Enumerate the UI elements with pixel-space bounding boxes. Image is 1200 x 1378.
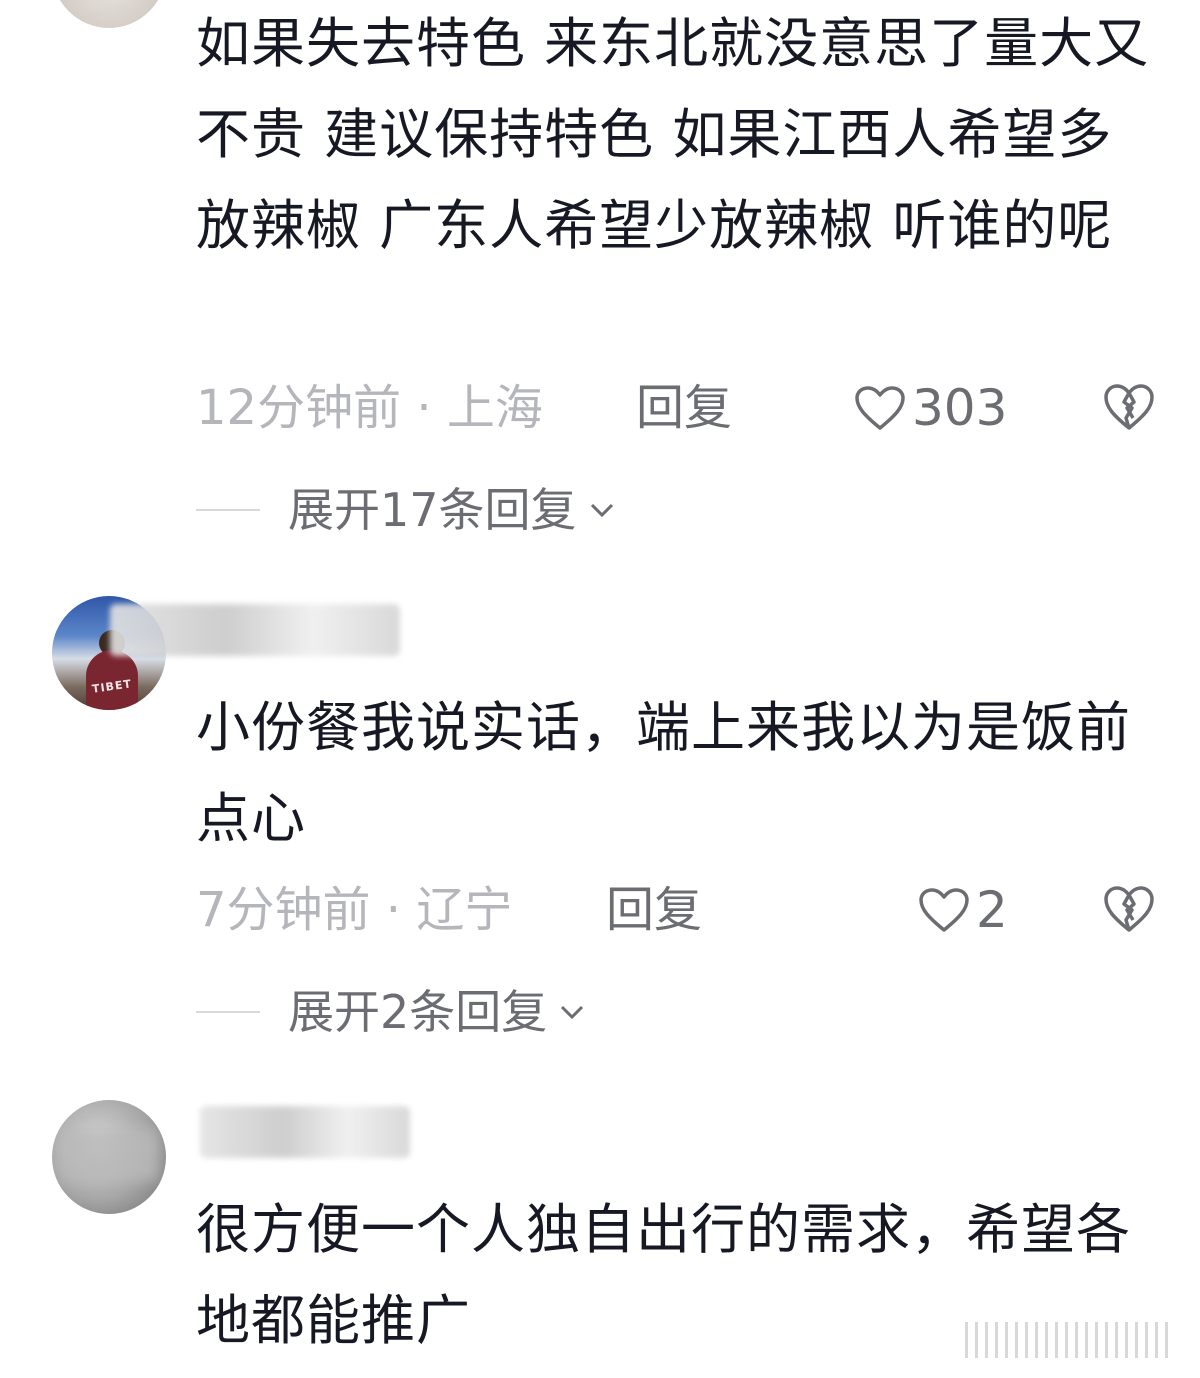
reply-button[interactable]: 回复: [636, 378, 732, 438]
avatar[interactable]: [52, 0, 166, 28]
divider: [196, 1011, 260, 1013]
like-button[interactable]: 2: [918, 880, 1008, 940]
avatar-blurred: [62, 1130, 157, 1180]
broken-heart-icon[interactable]: [1102, 382, 1156, 432]
like-count: 303: [912, 379, 1008, 437]
reply-button[interactable]: 回复: [606, 880, 702, 940]
username-blurred[interactable]: [110, 604, 400, 656]
expand-label: 展开17条回复: [288, 483, 577, 537]
heart-outline-icon: [855, 386, 905, 430]
like-count: 2: [976, 881, 1008, 939]
comment-meta: 12分钟前 · 上海 回复 303: [196, 378, 1156, 438]
expand-label: 展开2条回复: [288, 985, 548, 1039]
chevron-down-icon: [561, 1005, 584, 1020]
username-blurred[interactable]: [200, 1106, 410, 1158]
divider: [196, 509, 260, 511]
comment-meta: 7分钟前 · 辽宁 回复 2: [196, 880, 1156, 940]
comment-text: 小份餐我说实话，端上来我以为是饭前点心: [196, 696, 1131, 850]
time-location: 12分钟前 · 上海: [196, 380, 543, 436]
avatar[interactable]: [52, 1100, 166, 1214]
comment-text: 如果失去特色 来东北就没意思了量大又不贵 建议保持特色 如果江西人希望多放辣椒 …: [196, 12, 1150, 257]
watermark-logo: [965, 1322, 1175, 1358]
broken-heart-icon[interactable]: [1102, 884, 1156, 934]
expand-replies[interactable]: 展开2条回复: [196, 982, 589, 1042]
like-button[interactable]: 303: [854, 378, 1007, 438]
time-location: 7分钟前 · 辽宁: [196, 882, 513, 938]
heart-outline-icon: [919, 888, 969, 932]
expand-replies[interactable]: 展开17条回复: [196, 480, 619, 540]
chevron-down-icon: [590, 503, 613, 518]
